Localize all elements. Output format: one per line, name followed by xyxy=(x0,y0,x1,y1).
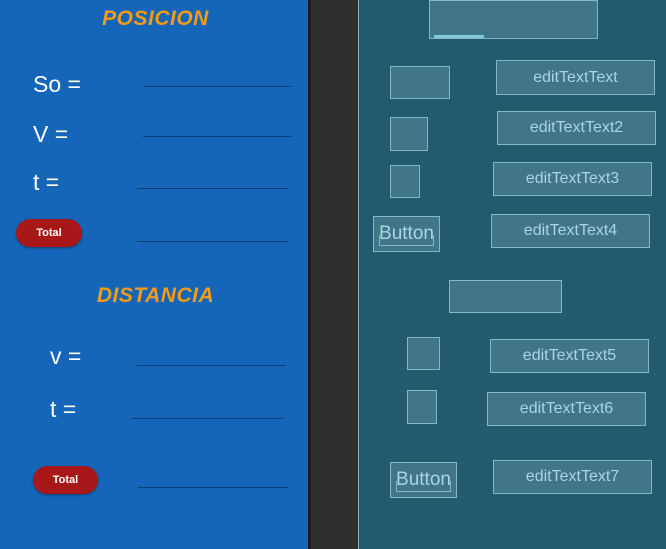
blueprint-edittext-5[interactable]: editTextText5 xyxy=(490,339,649,373)
posicion-title: POSICION xyxy=(102,7,209,30)
blueprint-preview: editTextText editTextText2 editTextText3… xyxy=(358,0,666,549)
blueprint-label-t[interactable] xyxy=(390,165,420,198)
distancia-title: DISTANCIA xyxy=(96,284,215,307)
blueprint-button-2-outline xyxy=(396,481,451,492)
blueprint-button-1-outline xyxy=(379,235,434,246)
blueprint-title-indicator xyxy=(434,35,484,38)
blueprint-edittext-4[interactable]: editTextText4 xyxy=(491,214,650,248)
view-gutter xyxy=(311,0,358,549)
total-button-distance[interactable]: Total xyxy=(33,466,98,494)
v-label: V = xyxy=(33,121,69,147)
blueprint-label-so[interactable] xyxy=(390,66,450,99)
blueprint-edittext-7[interactable]: editTextText7 xyxy=(493,460,652,494)
blueprint-title-box[interactable] xyxy=(429,0,598,39)
total-button-position[interactable]: Total xyxy=(16,219,82,247)
blueprint-button-1[interactable]: Button xyxy=(373,216,440,252)
position-result-field[interactable] xyxy=(137,241,288,242)
t2-label: t = xyxy=(50,396,77,422)
t-label: t = xyxy=(33,169,60,195)
v2-input[interactable] xyxy=(136,365,286,366)
blueprint-label-v2[interactable] xyxy=(407,337,440,370)
blueprint-button-2[interactable]: Button xyxy=(390,462,457,498)
distance-result-field[interactable] xyxy=(138,487,288,488)
blueprint-subtitle-box[interactable] xyxy=(449,280,562,313)
blueprint-edittext-1[interactable]: editTextText xyxy=(496,60,655,95)
blueprint-label-v[interactable] xyxy=(390,117,428,151)
t2-input[interactable] xyxy=(132,418,283,419)
blueprint-edittext-2[interactable]: editTextText2 xyxy=(497,111,656,145)
so-input[interactable] xyxy=(143,86,291,87)
t-input[interactable] xyxy=(137,188,288,189)
blueprint-edittext-3[interactable]: editTextText3 xyxy=(493,162,652,196)
blueprint-edittext-6[interactable]: editTextText6 xyxy=(487,392,646,426)
design-preview: POSICION So = V = t = Total DISTANCIA v … xyxy=(0,0,311,549)
so-label: So = xyxy=(33,71,81,97)
blueprint-label-t2[interactable] xyxy=(407,390,437,424)
v-input[interactable] xyxy=(143,136,291,137)
v2-label: v = xyxy=(50,343,82,369)
